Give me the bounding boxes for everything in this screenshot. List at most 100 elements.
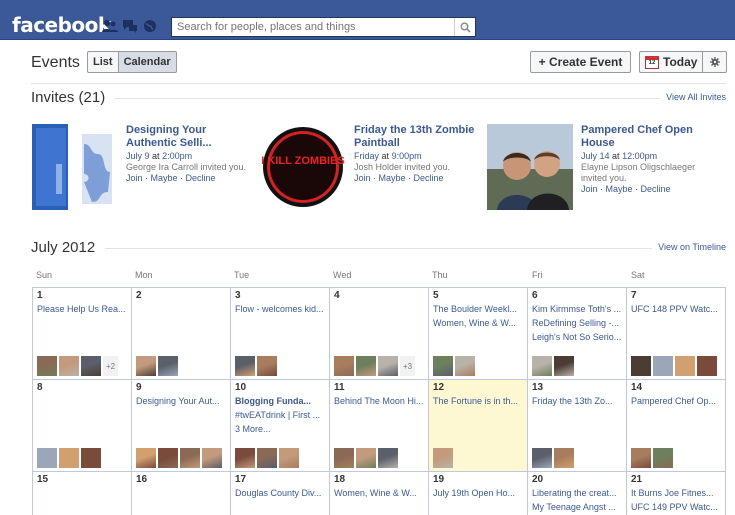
calendar-event-link[interactable]: Kim Kirmmse Toth's ...	[532, 303, 622, 316]
attendee-photo[interactable]	[37, 448, 57, 468]
decline-link[interactable]: Decline	[641, 184, 671, 194]
invite-title[interactable]: Pampered Chef Open House	[581, 124, 721, 150]
attendee-photo[interactable]	[158, 356, 178, 376]
attendee-photo[interactable]	[631, 356, 651, 376]
calendar-event-link[interactable]: Pampered Chef Op...	[631, 395, 721, 408]
calendar-view-button[interactable]: Calendar	[118, 51, 177, 73]
calendar-day[interactable]: 2	[132, 288, 231, 380]
attendee-photo[interactable]	[334, 356, 354, 376]
calendar-event-link[interactable]: It Burns Joe Fitnes...	[631, 487, 721, 500]
calendar-event-link[interactable]: UFC 149 PPV Watc...	[631, 501, 721, 514]
event-image[interactable]	[487, 124, 573, 210]
calendar-day[interactable]: 7 UFC 148 PPV Watc...	[627, 288, 726, 380]
calendar-day-today[interactable]: 12 The Fortune is in th...	[429, 380, 528, 472]
attendee-photo[interactable]	[653, 448, 673, 468]
calendar-event-link[interactable]: 3 More...	[235, 423, 325, 436]
calendar-event-link[interactable]: Please Help Us Rea...	[37, 303, 127, 316]
event-image[interactable]	[32, 124, 118, 210]
calendar-event-link[interactable]: Leigh's Not So Serio...	[532, 331, 622, 344]
attendee-photo[interactable]	[180, 448, 200, 468]
attendee-photo[interactable]	[81, 356, 101, 376]
attendee-photo[interactable]	[697, 356, 717, 376]
invite-title[interactable]: Designing Your Authentic Selli...	[126, 124, 256, 150]
calendar-event-link[interactable]: ReDefining Selling -...	[532, 317, 622, 330]
calendar-event-link[interactable]: Liberating the creat...	[532, 487, 622, 500]
attendee-photo[interactable]	[37, 356, 57, 376]
attendee-photo[interactable]	[378, 356, 398, 376]
more-attendees-badge[interactable]: +2	[103, 356, 119, 376]
notifications-globe-icon[interactable]	[142, 19, 158, 33]
calendar-day[interactable]: 4 +3	[330, 288, 429, 380]
attendee-photo[interactable]	[356, 448, 376, 468]
calendar-day[interactable]: 15	[33, 472, 132, 515]
view-all-invites-link[interactable]: View All Invites	[660, 92, 726, 102]
attendee-photo[interactable]	[257, 356, 277, 376]
calendar-day[interactable]: 1 Please Help Us Rea... +2	[33, 288, 132, 380]
attendee-photo[interactable]	[136, 356, 156, 376]
view-on-timeline-link[interactable]: View on Timeline	[652, 242, 726, 252]
calendar-day[interactable]: 10 Blogging Funda... #twEATdrink | First .…	[231, 380, 330, 472]
calendar-event-link[interactable]: Blogging Funda...	[235, 395, 325, 408]
calendar-day[interactable]: 21 It Burns Joe Fitnes... UFC 149 PPV Watc…	[627, 472, 726, 515]
attendee-photo[interactable]	[59, 356, 79, 376]
settings-gear-icon[interactable]	[703, 52, 726, 72]
calendar-event-link[interactable]: July 19th Open Ho...	[433, 487, 523, 500]
calendar-event-link[interactable]: Behind The Moon Hi...	[334, 395, 424, 408]
invite-title[interactable]: Friday the 13th Zombie Paintball	[354, 124, 484, 150]
calendar-event-link[interactable]: The Fortune is in th...	[433, 395, 523, 408]
attendee-photo[interactable]	[433, 448, 453, 468]
maybe-link[interactable]: Maybe	[151, 173, 178, 183]
maybe-link[interactable]: Maybe	[606, 184, 633, 194]
list-view-button[interactable]: List	[87, 51, 119, 73]
attendee-photo[interactable]	[202, 448, 222, 468]
calendar-day[interactable]: 18 Women, Wine & W...	[330, 472, 429, 515]
calendar-event-link[interactable]: Friday the 13th Zo...	[532, 395, 622, 408]
search-input[interactable]	[172, 18, 452, 36]
attendee-photo[interactable]	[532, 448, 552, 468]
calendar-day[interactable]: 14 Pampered Chef Op...	[627, 380, 726, 472]
calendar-day[interactable]: 8	[33, 380, 132, 472]
maybe-link[interactable]: Maybe	[379, 173, 406, 183]
attendee-photo[interactable]	[334, 448, 354, 468]
attendee-photo[interactable]	[356, 356, 376, 376]
event-image[interactable]: I KILL ZOMBIES	[260, 124, 346, 210]
attendee-photo[interactable]	[279, 448, 299, 468]
calendar-day[interactable]: 16	[132, 472, 231, 515]
calendar-day[interactable]: 5 The Boulder Weekl... Women, Wine & W...	[429, 288, 528, 380]
attendee-photo[interactable]	[158, 448, 178, 468]
calendar-event-link[interactable]: Flow - welcomes kid...	[235, 303, 325, 316]
attendee-photo[interactable]	[235, 356, 255, 376]
calendar-day[interactable]: 3 Flow - welcomes kid...	[231, 288, 330, 380]
calendar-day[interactable]: 17 Douglas County Div...	[231, 472, 330, 515]
attendee-photo[interactable]	[433, 356, 453, 376]
attendee-photo[interactable]	[235, 448, 255, 468]
more-attendees-badge[interactable]: +3	[400, 356, 416, 376]
today-button[interactable]: 12 Today	[640, 52, 704, 72]
messages-icon[interactable]	[122, 19, 138, 33]
calendar-event-link[interactable]: UFC 148 PPV Watc...	[631, 303, 721, 316]
attendee-photo[interactable]	[631, 448, 651, 468]
calendar-event-link[interactable]: Women, Wine & W...	[334, 487, 424, 500]
calendar-day[interactable]: 13 Friday the 13th Zo...	[528, 380, 627, 472]
calendar-event-link[interactable]: Designing Your Aut...	[136, 395, 226, 408]
attendee-photo[interactable]	[554, 448, 574, 468]
attendee-photo[interactable]	[653, 356, 673, 376]
attendee-photo[interactable]	[675, 356, 695, 376]
calendar-event-link[interactable]: #twEATdrink | First ...	[235, 409, 325, 422]
calendar-day[interactable]: 6 Kim Kirmmse Toth's ... ReDefining Sellin…	[528, 288, 627, 380]
attendee-photo[interactable]	[257, 448, 277, 468]
calendar-event-link[interactable]: Women, Wine & W...	[433, 317, 523, 330]
attendee-photo[interactable]	[455, 356, 475, 376]
join-link[interactable]: Join	[581, 184, 598, 194]
calendar-day[interactable]: 11 Behind The Moon Hi...	[330, 380, 429, 472]
decline-link[interactable]: Decline	[186, 173, 216, 183]
search-icon[interactable]	[454, 18, 475, 36]
attendee-photo[interactable]	[81, 448, 101, 468]
join-link[interactable]: Join	[126, 173, 143, 183]
attendee-photo[interactable]	[136, 448, 156, 468]
calendar-event-link[interactable]: My Teenage Angst ...	[532, 501, 622, 514]
attendee-photo[interactable]	[532, 356, 552, 376]
attendee-photo[interactable]	[378, 448, 398, 468]
friend-requests-icon[interactable]	[102, 19, 118, 33]
join-link[interactable]: Join	[354, 173, 371, 183]
